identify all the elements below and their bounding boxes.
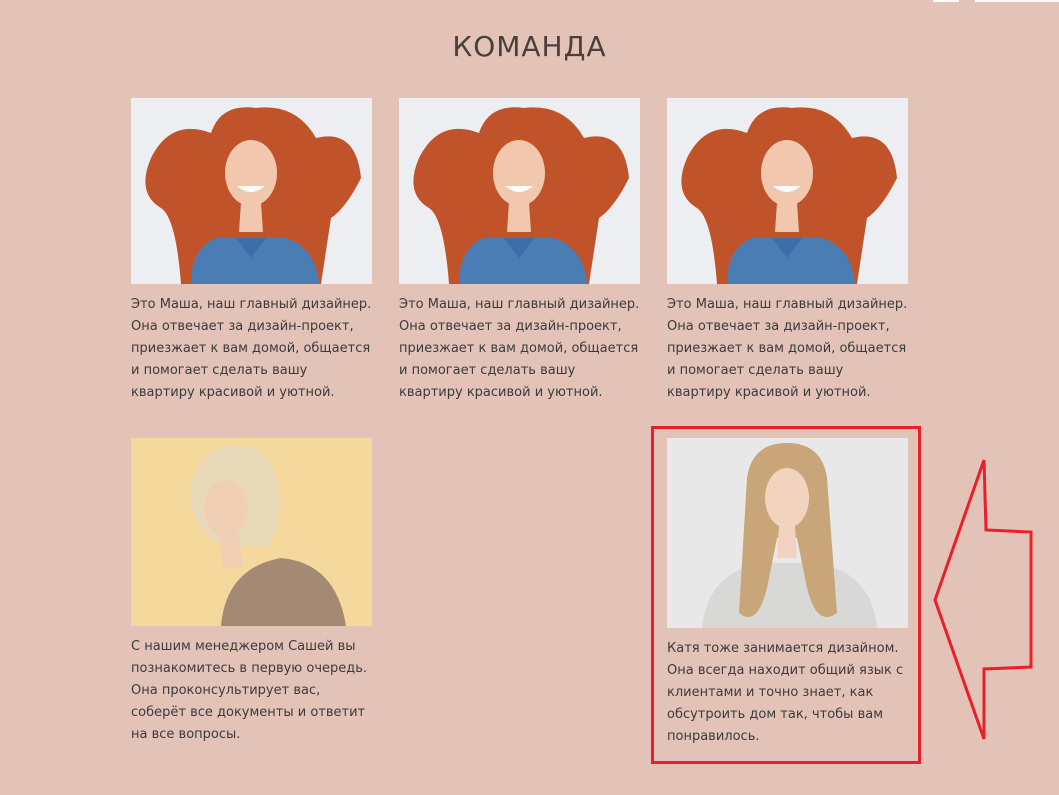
red-curly-haired-woman-photo bbox=[399, 98, 640, 284]
team-card: С нашим менеджером Сашей вы познакомитес… bbox=[131, 438, 372, 746]
section-title: КОМАНДА bbox=[452, 30, 607, 63]
blonde-woman-yellow-background-photo bbox=[131, 438, 372, 626]
team-card: Это Маша, наш главный дизайнер. Она отве… bbox=[667, 98, 908, 404]
red-curly-haired-woman-photo bbox=[131, 98, 372, 284]
highlight-frame bbox=[651, 426, 921, 764]
top-edge-fragment bbox=[933, 0, 959, 2]
top-edge-fragment bbox=[975, 0, 1059, 2]
member-description: Это Маша, наш главный дизайнер. Она отве… bbox=[667, 297, 908, 400]
member-description: С нашим менеджером Сашей вы познакомитес… bbox=[131, 639, 368, 742]
member-description: Это Маша, наш главный дизайнер. Она отве… bbox=[131, 297, 372, 400]
red-curly-haired-woman-photo bbox=[667, 98, 908, 284]
team-card: Это Маша, наш главный дизайнер. Она отве… bbox=[399, 98, 640, 404]
left-arrow-icon bbox=[933, 459, 1033, 740]
member-description: Это Маша, наш главный дизайнер. Она отве… bbox=[399, 297, 640, 400]
team-card: Это Маша, наш главный дизайнер. Она отве… bbox=[131, 98, 372, 404]
